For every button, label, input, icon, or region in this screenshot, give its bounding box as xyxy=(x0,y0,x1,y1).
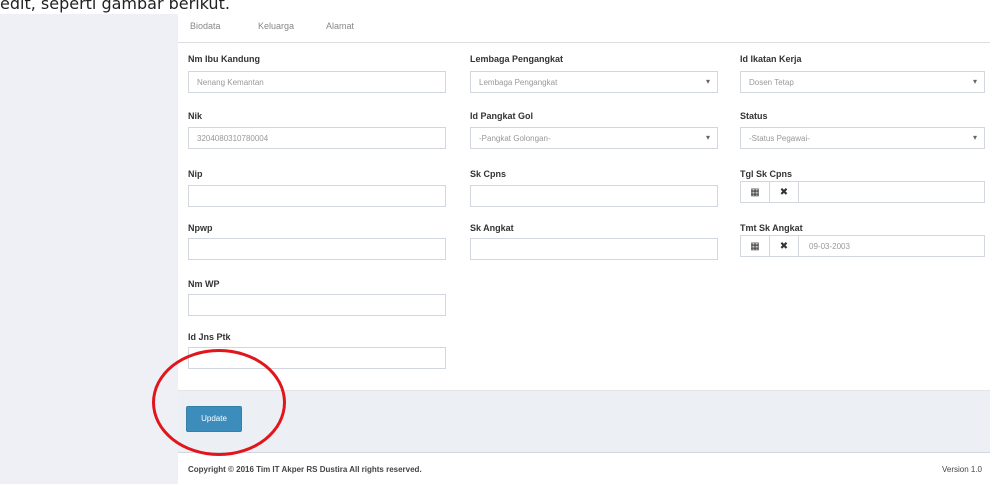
nm-wp-input[interactable] xyxy=(188,294,446,316)
calendar-icon[interactable]: ▦ xyxy=(741,236,770,256)
npwp-label: Npwp xyxy=(188,223,213,233)
sidebar xyxy=(0,14,178,484)
nm-ibu-kandung-input[interactable]: Nenang Kemantan xyxy=(188,71,446,93)
version-text: Version 1.0 xyxy=(941,465,982,474)
tab-alamat[interactable]: Alamat xyxy=(326,21,354,31)
tmt-sk-angkat-label: Tmt Sk Angkat xyxy=(740,223,803,233)
tmt-sk-angkat-datepicker: ▦ ✖ 09-03-2003 xyxy=(740,235,985,257)
sk-cpns-input[interactable] xyxy=(470,185,718,207)
nm-ibu-kandung-label: Nm Ibu Kandung xyxy=(188,54,260,64)
nik-label: Nik xyxy=(188,111,203,121)
calendar-icon[interactable]: ▦ xyxy=(741,182,770,202)
sk-cpns-label: Sk Cpns xyxy=(470,169,507,179)
id-pangkat-gol-select[interactable]: -Pangkat Golongan- xyxy=(470,127,718,149)
nip-input[interactable] xyxy=(188,185,446,207)
status-select[interactable]: -Status Pegawai- xyxy=(740,127,985,149)
clear-icon[interactable]: ✖ xyxy=(770,236,799,256)
status-label: Status xyxy=(740,111,768,121)
sk-angkat-label: Sk Angkat xyxy=(470,223,514,233)
tab-bar: Biodata Keluarga Alamat xyxy=(178,14,990,43)
sk-angkat-input[interactable] xyxy=(470,238,718,260)
form-box: Biodata Keluarga Alamat Nm Ibu Kandung N… xyxy=(178,14,990,391)
copyright-text: Copyright © 2016 Tim IT Akper RS Dustira… xyxy=(188,465,422,474)
tgl-sk-cpns-datepicker: ▦ ✖ xyxy=(740,181,985,203)
tab-keluarga[interactable]: Keluarga xyxy=(258,21,294,31)
clear-icon[interactable]: ✖ xyxy=(770,182,799,202)
highlight-circle xyxy=(152,349,286,456)
footer: Copyright © 2016 Tim IT Akper RS Dustira… xyxy=(178,452,990,485)
page-caption: edit, seperti gambar berikut. xyxy=(0,0,230,13)
nip-label: Nip xyxy=(188,169,203,179)
npwp-input[interactable] xyxy=(188,238,446,260)
id-ikatan-kerja-select[interactable]: Dosen Tetap xyxy=(740,71,985,93)
tmt-sk-angkat-value[interactable]: 09-03-2003 xyxy=(809,242,850,251)
tab-biodata[interactable]: Biodata xyxy=(190,21,221,31)
tgl-sk-cpns-label: Tgl Sk Cpns xyxy=(740,169,793,179)
lembaga-pengangkat-select[interactable]: Lembaga Pengangkat xyxy=(470,71,718,93)
nik-input[interactable]: 3204080310780004 xyxy=(188,127,446,149)
id-ikatan-kerja-label: Id Ikatan Kerja xyxy=(740,54,802,64)
lembaga-pengangkat-label: Lembaga Pengangkat xyxy=(470,54,564,64)
id-jns-ptk-label: Id Jns Ptk xyxy=(188,332,231,342)
main-content: Biodata Keluarga Alamat Nm Ibu Kandung N… xyxy=(178,14,990,485)
nm-wp-label: Nm WP xyxy=(188,279,220,289)
id-pangkat-gol-label: Id Pangkat Gol xyxy=(470,111,534,121)
